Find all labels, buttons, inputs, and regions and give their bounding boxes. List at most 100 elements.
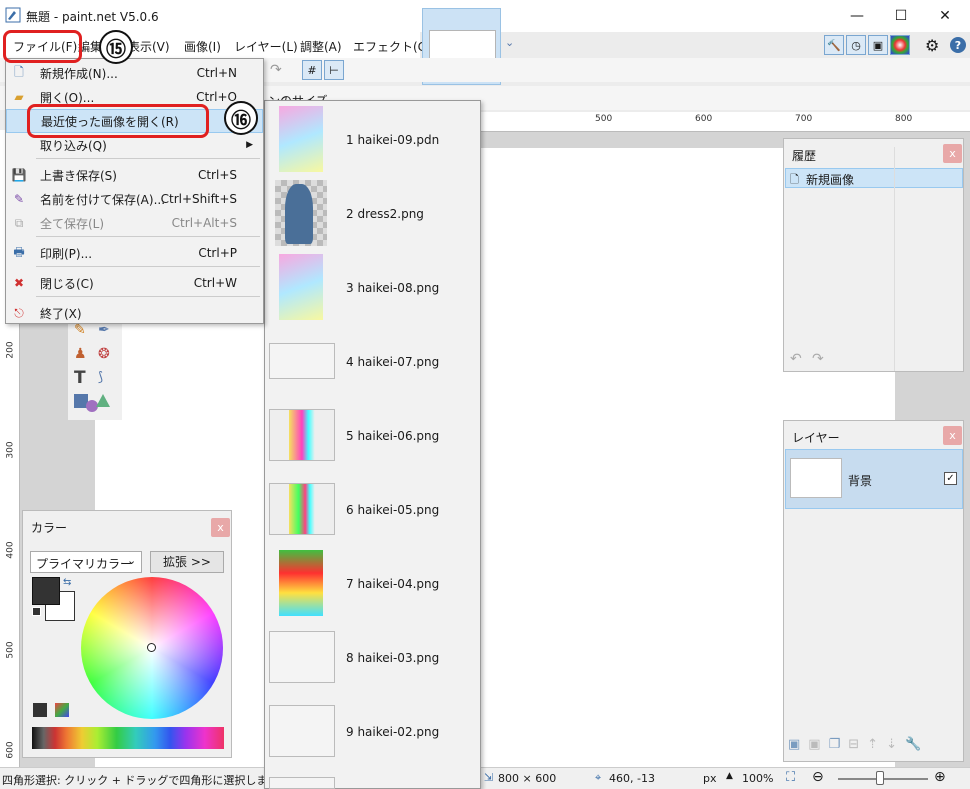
recent-file-item[interactable]: 7 haikei-04.png (265, 547, 480, 621)
history-item-label: 新規画像 (806, 173, 855, 187)
history-close-button[interactable]: x (943, 144, 962, 163)
menu-item-print[interactable]: 🖶 印刷(P)... Ctrl+P (6, 241, 263, 265)
printer-icon: 🖶 (13, 244, 25, 259)
delete-layer-icon[interactable]: ▣ (808, 737, 820, 752)
menu-item-exit[interactable]: ⎋ 終了(X) (6, 301, 263, 325)
menu-item-save[interactable]: 💾 上書き保存(S) Ctrl+S (6, 163, 263, 187)
recent-file-item[interactable]: 2 dress2.png (265, 177, 480, 251)
annotation-step-15: ⑮ (99, 30, 133, 64)
exit-icon: ⎋ (14, 305, 24, 320)
history-item[interactable]: 🗋 新規画像 (785, 168, 963, 188)
move-up-icon[interactable]: ⇡ (867, 737, 878, 752)
grid-icon[interactable]: # (302, 60, 322, 80)
horizontal-ruler: 500 600 700 800 (460, 112, 970, 132)
layer-visibility-checkbox[interactable]: ✓ (944, 472, 957, 485)
clone-stamp-icon[interactable]: ♟ (74, 346, 87, 362)
status-bar: 四角形選択: クリック + ドラッグで四角形に選択します。Shift+ ⇲ 80… (0, 767, 970, 789)
recent-file-item[interactable]: 1 haikei-09.pdn (265, 103, 480, 177)
history-icon[interactable]: ◷ (846, 35, 866, 55)
ruler-icon[interactable]: ⊢ (324, 60, 344, 80)
duplicate-layer-icon[interactable]: ❐ (829, 737, 841, 752)
recolor-icon[interactable]: ❂ (98, 346, 110, 362)
close-button[interactable]: ✕ (923, 4, 967, 28)
chevron-down-icon[interactable]: ⌄ (505, 36, 514, 49)
recent-file-label: 9 haikei-02.png (346, 725, 440, 739)
fit-window-icon[interactable]: ⛶ (786, 770, 795, 785)
menu-item-save-as[interactable]: ✎ 名前を付けて保存(A)... Ctrl+Shift+S (6, 187, 263, 211)
recent-files-submenu: 1 haikei-09.pdn 2 dress2.png 3 haikei-08… (264, 100, 481, 789)
menu-view[interactable]: 表示(V) (128, 38, 170, 55)
palette-swatches[interactable] (32, 727, 224, 749)
redo-icon[interactable]: ↷ (812, 351, 824, 367)
palette-icon[interactable] (55, 703, 69, 717)
menu-item-label: 名前を付けて保存(A)... (40, 192, 166, 207)
menu-effects[interactable]: エフェクト(C) (353, 38, 431, 55)
shapes-icon (96, 394, 110, 407)
add-palette-icon[interactable] (33, 703, 47, 717)
text-tool-icon[interactable]: T (74, 368, 86, 388)
zoom-in-icon[interactable]: ⊕ (934, 769, 946, 785)
menu-item-shortcut: Ctrl+S (197, 168, 237, 182)
zoom-level[interactable]: 100% (742, 772, 773, 785)
recent-file-item[interactable]: 9 haikei-02.png (265, 695, 480, 769)
layers-close-button[interactable]: x (943, 426, 962, 445)
ruler-v-label: 500 (5, 641, 16, 659)
zoom-out-icon[interactable]: ⊖ (812, 769, 824, 785)
color-mode-select[interactable]: プライマリカラー ⌄ (30, 551, 142, 573)
expand-button[interactable]: 拡張 >> (150, 551, 224, 573)
layer-properties-icon[interactable]: 🔧 (905, 737, 921, 752)
color-close-button[interactable]: x (211, 518, 230, 537)
line-tool-icon[interactable]: ⟆ (98, 370, 103, 385)
menu-item-label: 終了(X) (40, 306, 82, 321)
gear-icon[interactable]: ⚙ (925, 36, 939, 55)
merge-layer-icon[interactable]: ⊟ (848, 737, 859, 752)
color-panel-title: カラー (31, 521, 68, 535)
save-all-icon: ⧉ (14, 215, 24, 230)
layer-actions: ▣ ▣ ❐ ⊟ ⇡ ⇣ 🔧 (788, 737, 921, 752)
help-icon[interactable]: ? (950, 37, 966, 53)
app-icon (5, 7, 21, 23)
layers-icon[interactable]: ▣ (868, 35, 888, 55)
menu-item-close[interactable]: ✖ 閉じる(C) Ctrl+W (6, 271, 263, 295)
chevron-up-icon[interactable]: ▲ (726, 771, 733, 781)
recent-file-item[interactable]: 4 haikei-07.png (265, 325, 480, 399)
menu-item-save-all[interactable]: ⧉ 全て保存(L) Ctrl+Alt+S (6, 211, 263, 235)
folder-icon: ▰ (14, 90, 24, 104)
recent-file-item[interactable]: 8 haikei-03.png (265, 621, 480, 695)
undo-icon[interactable]: ↶ (790, 351, 802, 367)
menu-separator (36, 236, 260, 237)
menu-layer[interactable]: レイヤー(L) (234, 38, 298, 55)
menu-item-new[interactable]: 🗋 新規作成(N)... Ctrl+N (6, 61, 263, 85)
recent-file-label: 2 dress2.png (346, 207, 424, 221)
ruler-v-label: 200 (5, 341, 16, 359)
layers-panel: レイヤー x 背景 ✓ ▣ ▣ ❐ ⊟ ⇡ ⇣ 🔧 (783, 420, 964, 762)
menu-item-shortcut: Ctrl+P (198, 246, 237, 260)
recent-file-item[interactable]: 5 haikei-06.png (265, 399, 480, 473)
menu-item-label: 新規作成(N)... (40, 66, 118, 81)
primary-color-swatch[interactable] (32, 577, 60, 605)
add-layer-icon[interactable]: ▣ (788, 737, 800, 752)
color-wheel[interactable] (81, 577, 223, 719)
colors-icon[interactable] (890, 35, 910, 55)
move-down-icon[interactable]: ⇣ (886, 737, 897, 752)
minimize-button[interactable]: — (835, 4, 879, 28)
recent-file-item[interactable]: 6 haikei-05.png (265, 473, 480, 547)
history-panel: 履歴 x 🗋 新規画像 ↶ ↷ (783, 138, 964, 372)
new-file-icon: 🗋 (14, 64, 24, 79)
unit-select[interactable]: px (703, 772, 717, 785)
recent-file-item[interactable]: 3 haikei-08.png (265, 251, 480, 325)
history-panel-title: 履歴 (792, 149, 817, 163)
tools-icon[interactable]: 🔨 (824, 35, 844, 55)
menu-image[interactable]: 画像(I) (184, 38, 221, 55)
swap-colors-icon[interactable]: ⇆ (63, 577, 71, 588)
menu-item-label: 上書き保存(S) (40, 168, 117, 183)
reset-colors-icon[interactable] (32, 607, 41, 616)
menu-adjust[interactable]: 調整(A) (300, 38, 342, 55)
maximize-button[interactable]: ☐ (879, 4, 923, 28)
zoom-slider-thumb[interactable] (876, 771, 884, 785)
tools-panel: ✎ ✒ ♟ ❂ T ⟆ (68, 318, 122, 420)
color-wheel-handle[interactable] (147, 643, 156, 652)
redo-icon[interactable]: ↷ (270, 62, 282, 78)
layer-row[interactable]: 背景 ✓ (785, 449, 963, 509)
layer-name: 背景 (848, 474, 873, 488)
